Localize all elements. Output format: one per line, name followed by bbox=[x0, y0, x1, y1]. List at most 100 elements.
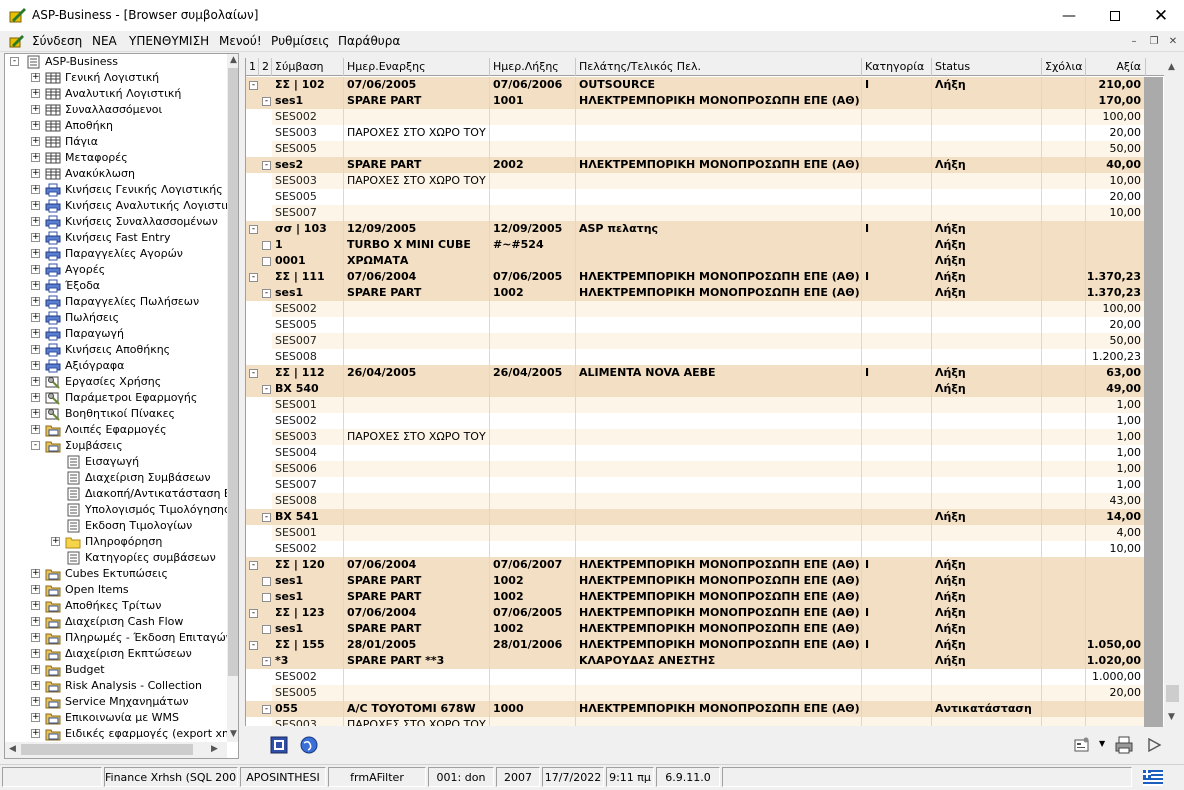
properties-icon[interactable] bbox=[1074, 737, 1090, 753]
expand-icon[interactable]: + bbox=[31, 137, 40, 146]
export-icon[interactable] bbox=[270, 736, 288, 754]
table-row[interactable]: -055 A/C TOYOTOMI 678W 1000 ΗΛΕΚΤΡΕΜΠΟΡΙΚΗ … bbox=[246, 701, 1146, 717]
scroll-right-arrow-icon[interactable]: ▶ bbox=[211, 744, 218, 754]
table-row[interactable]: ses1 SPARE PART 1002 ΗΛΕΚΤΡΕΜΠΟΡΙΚΗ ΜΟΝΟΠΡΟ… bbox=[246, 621, 1146, 637]
menu-settings[interactable]: Ρυθμίσεις bbox=[271, 34, 329, 48]
expand-icon[interactable]: + bbox=[31, 73, 40, 82]
row-node-icon[interactable] bbox=[262, 241, 271, 250]
column-header[interactable]: Status bbox=[932, 58, 1042, 76]
expand-icon[interactable]: + bbox=[31, 713, 40, 722]
grid-vertical-scrollbar[interactable]: ▲ ▼ bbox=[1164, 58, 1181, 727]
expand-icon[interactable]: + bbox=[31, 617, 40, 626]
expand-icon[interactable]: + bbox=[31, 89, 40, 98]
table-row[interactable]: SES007 50,00 bbox=[246, 333, 1146, 349]
expand-icon[interactable]: + bbox=[31, 409, 40, 418]
tree-horizontal-thumb[interactable] bbox=[21, 744, 193, 755]
collapse-icon[interactable]: - bbox=[262, 657, 271, 666]
grouping-level-tab[interactable]: 2 bbox=[259, 58, 272, 76]
row-node-icon[interactable] bbox=[262, 257, 271, 266]
table-row[interactable]: SES005 50,00 bbox=[246, 141, 1146, 157]
row-node-icon[interactable] bbox=[262, 577, 271, 586]
table-row[interactable]: SES007 10,00 bbox=[246, 205, 1146, 221]
collapse-icon[interactable]: - bbox=[249, 641, 258, 650]
expand-icon[interactable]: + bbox=[31, 345, 40, 354]
mdi-minimize-button[interactable]: – bbox=[1127, 35, 1141, 48]
menu-connect[interactable]: Σύνδεση bbox=[32, 34, 82, 48]
expand-icon[interactable]: + bbox=[31, 185, 40, 194]
expand-icon[interactable]: + bbox=[31, 425, 40, 434]
expand-icon[interactable]: + bbox=[31, 377, 40, 386]
expand-icon[interactable]: + bbox=[31, 681, 40, 690]
collapse-icon[interactable]: - bbox=[10, 57, 19, 66]
table-row[interactable]: - σσ | 103 12/09/2005 12/09/2005 ASP πελατης… bbox=[246, 221, 1146, 237]
expand-icon[interactable]: + bbox=[31, 329, 40, 338]
table-row[interactable]: SES003 ΠΑΡΟΧΕΣ ΣΤΟ ΧΩΡΟ ΤΟΥ ... 20,00 bbox=[246, 125, 1146, 141]
column-header[interactable]: Σύμβαση bbox=[272, 58, 344, 76]
grid-vertical-thumb[interactable] bbox=[1166, 685, 1179, 702]
expand-icon[interactable]: + bbox=[31, 393, 40, 402]
greek-flag-icon[interactable] bbox=[1143, 770, 1163, 786]
table-row[interactable]: - BX 540 Λήξη 49,00 bbox=[246, 381, 1146, 397]
collapse-icon[interactable]: - bbox=[249, 273, 258, 282]
table-row[interactable]: SES003 ΠΑΡΟΧΕΣ ΣΤΟ ΧΩΡΟ ΤΟΥ ... 10,00 bbox=[246, 173, 1146, 189]
grouping-level-tab[interactable]: 1 bbox=[246, 58, 259, 76]
expand-icon[interactable]: + bbox=[31, 697, 40, 706]
table-row[interactable]: - BX 541 Λήξη 14,00 bbox=[246, 509, 1146, 525]
column-header[interactable]: Σχόλια bbox=[1042, 58, 1086, 76]
expand-icon[interactable]: + bbox=[31, 265, 40, 274]
collapse-icon[interactable]: - bbox=[262, 385, 271, 394]
expand-icon[interactable]: + bbox=[31, 153, 40, 162]
properties-dropdown-icon[interactable]: ▼ bbox=[1099, 739, 1105, 748]
menu-windows[interactable]: Παράθυρα bbox=[338, 34, 400, 48]
expand-icon[interactable]: + bbox=[31, 361, 40, 370]
table-row[interactable]: - ΣΣ | 120 07/06/2004 07/06/2007 ΗΛΕΚΤΡΕΜΠΟΡ… bbox=[246, 557, 1146, 573]
table-row[interactable]: SES002 100,00 bbox=[246, 109, 1146, 125]
play-icon[interactable] bbox=[1146, 737, 1162, 753]
expand-icon[interactable]: + bbox=[31, 585, 40, 594]
expand-icon[interactable]: + bbox=[31, 121, 40, 130]
mdi-restore-button[interactable]: ❐ bbox=[1147, 35, 1161, 48]
collapse-icon[interactable]: - bbox=[249, 561, 258, 570]
minimize-button[interactable]: — bbox=[1046, 0, 1092, 31]
expand-icon[interactable]: + bbox=[31, 665, 40, 674]
table-row[interactable]: SES002 10,00 bbox=[246, 541, 1146, 557]
table-row[interactable]: - ΣΣ | 155 28/01/2005 28/01/2006 ΗΛΕΚΤΡΕΜΠΟΡ… bbox=[246, 637, 1146, 653]
table-row[interactable]: 1 TURBO X MINI CUBE #~#524 Λήξη bbox=[246, 237, 1146, 253]
menu-reminder[interactable]: ΥΠΕΝΘΥΜΙΣΗ bbox=[129, 34, 209, 48]
menu-menu[interactable]: Μενού! bbox=[219, 34, 262, 48]
table-row[interactable]: SES008 1.200,23 bbox=[246, 349, 1146, 365]
tree-vertical-scrollbar[interactable]: ▲ ▼ bbox=[227, 54, 238, 742]
column-header[interactable]: Αξία bbox=[1086, 58, 1146, 76]
table-row[interactable]: SES005 20,00 bbox=[246, 317, 1146, 333]
column-header[interactable]: Ημερ.Λήξης bbox=[490, 58, 576, 76]
table-row[interactable]: - *3 SPARE PART **3 ΚΛΑΡΟΥΔΑΣ ΑΝΕΣΤΗΣ Λήξη 1.… bbox=[246, 653, 1146, 669]
expand-icon[interactable]: + bbox=[31, 601, 40, 610]
collapse-icon[interactable]: - bbox=[249, 369, 258, 378]
table-row[interactable]: - ΣΣ | 111 07/06/2004 07/06/2005 ΗΛΕΚΤΡΕΜΠΟΡ… bbox=[246, 269, 1146, 285]
menu-app-icon[interactable] bbox=[9, 33, 25, 49]
tree-vertical-thumb[interactable] bbox=[228, 68, 238, 676]
collapse-icon[interactable]: - bbox=[262, 513, 271, 522]
scroll-up-arrow-icon[interactable]: ▲ bbox=[230, 55, 237, 65]
table-row[interactable]: SES007 1,00 bbox=[246, 477, 1146, 493]
expand-icon[interactable]: + bbox=[51, 537, 60, 546]
column-header[interactable]: Κατηγορία bbox=[862, 58, 932, 76]
printer-icon[interactable] bbox=[1114, 735, 1134, 755]
table-row[interactable]: SES006 1,00 bbox=[246, 461, 1146, 477]
table-row[interactable]: SES005 20,00 bbox=[246, 685, 1146, 701]
table-row[interactable]: SES005 20,00 bbox=[246, 189, 1146, 205]
collapse-icon[interactable]: - bbox=[249, 81, 258, 90]
grid-scroll-down-icon[interactable]: ▼ bbox=[1168, 712, 1175, 722]
table-row[interactable]: SES002 100,00 bbox=[246, 301, 1146, 317]
expand-icon[interactable]: + bbox=[31, 633, 40, 642]
table-row[interactable]: - ΣΣ | 123 07/06/2004 07/06/2005 ΗΛΕΚΤΡΕΜΠΟΡ… bbox=[246, 605, 1146, 621]
row-node-icon[interactable] bbox=[262, 593, 271, 602]
collapse-icon[interactable]: - bbox=[262, 161, 271, 170]
table-row[interactable]: ses1 SPARE PART 1002 ΗΛΕΚΤΡΕΜΠΟΡΙΚΗ ΜΟΝΟΠΡΟ… bbox=[246, 589, 1146, 605]
expand-icon[interactable]: + bbox=[31, 729, 40, 738]
collapse-icon[interactable]: - bbox=[262, 289, 271, 298]
table-row[interactable]: - ΣΣ | 102 07/06/2005 07/06/2006 OUTSOURCE I Λ… bbox=[246, 77, 1146, 93]
collapse-icon[interactable]: - bbox=[249, 609, 258, 618]
tree-horizontal-scrollbar[interactable]: ◀ ▶ bbox=[5, 742, 227, 758]
table-row[interactable]: - ses1 SPARE PART 1002 ΗΛΕΚΤΡΕΜΠΟΡΙΚΗ ΜΟΝΟΠΡ… bbox=[246, 285, 1146, 301]
